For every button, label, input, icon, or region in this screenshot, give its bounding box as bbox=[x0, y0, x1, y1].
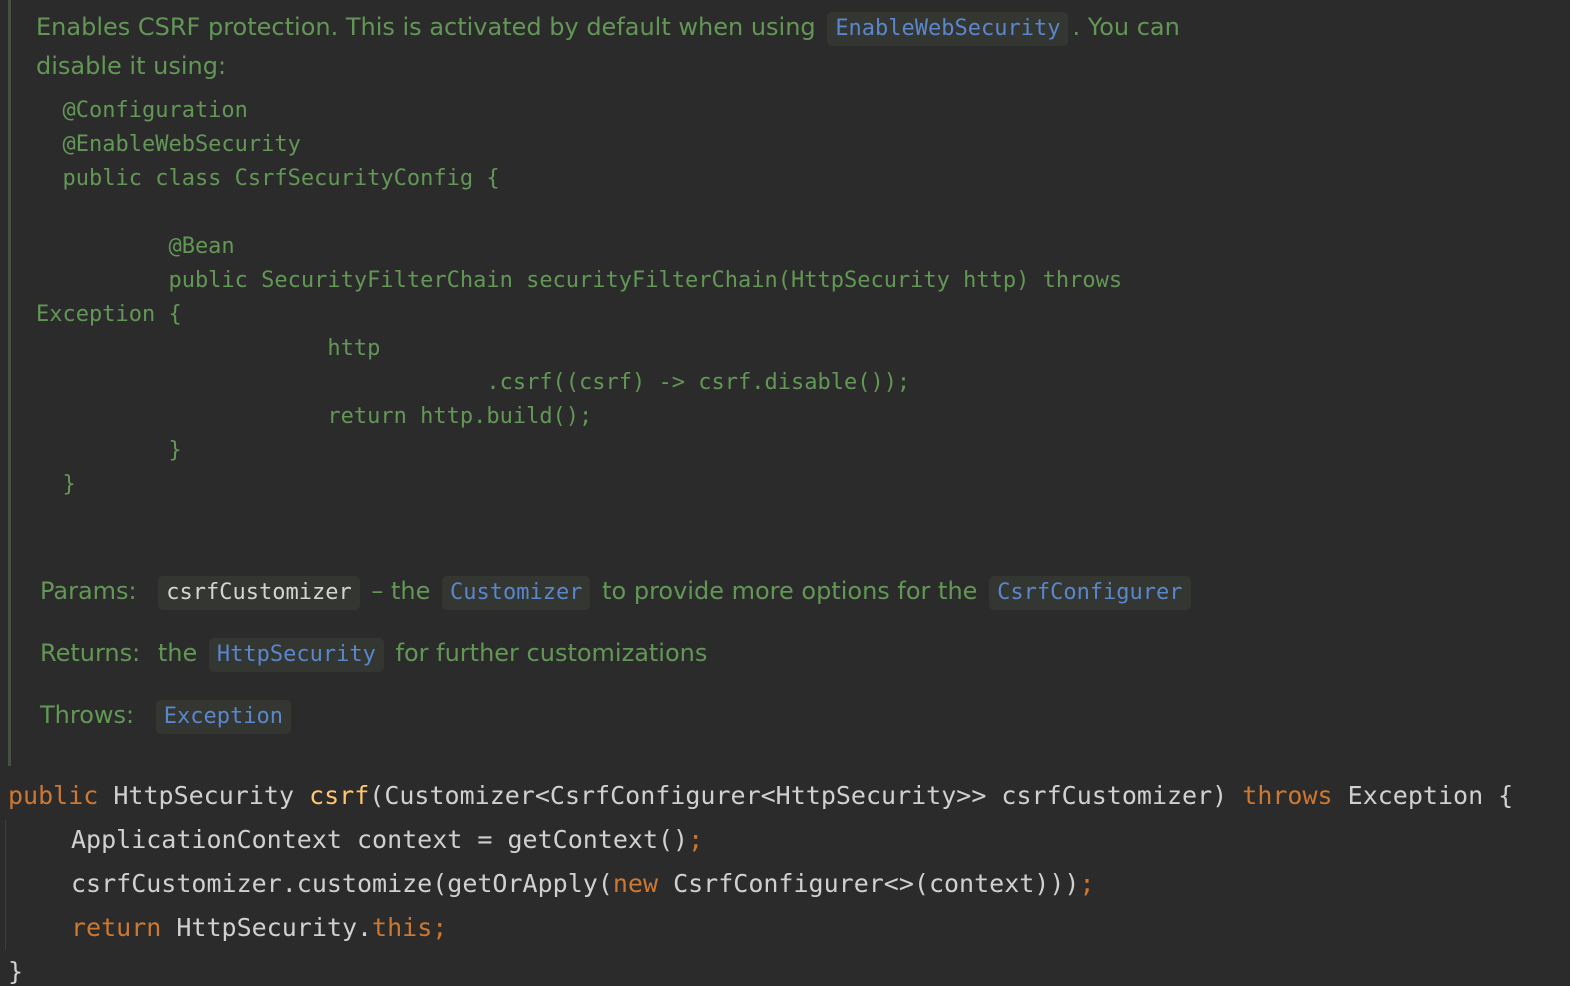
exception-link[interactable]: Exception bbox=[155, 700, 291, 734]
keyword-public: public bbox=[8, 781, 99, 810]
enable-web-security-link[interactable]: EnableWebSecurity bbox=[827, 12, 1069, 46]
context-statement: ApplicationContext context = getContext(… bbox=[71, 825, 689, 854]
semicolon: ; bbox=[432, 913, 448, 942]
code-line-context[interactable]: ApplicationContext context = getContext(… bbox=[71, 824, 703, 856]
returns-text-2: for further customizations bbox=[395, 639, 708, 667]
documentation-popup: Enables CSRF protection. This is activat… bbox=[0, 0, 1570, 766]
closing-paren: ) bbox=[1064, 869, 1080, 898]
code-line-closing-brace[interactable]: } bbox=[8, 956, 23, 986]
snippet-line: @Configuration bbox=[36, 98, 248, 123]
keyword-this: this bbox=[372, 913, 433, 942]
return-target: HttpSecurity. bbox=[176, 913, 373, 942]
code-line-return[interactable]: return HttpSecurity.this; bbox=[71, 912, 447, 944]
semicolon: ; bbox=[688, 825, 704, 854]
snippet-line: return http.build(); bbox=[36, 404, 593, 429]
snippet-line: } bbox=[36, 472, 76, 497]
doc-code-snippet: @Configuration @EnableWebSecurity public… bbox=[36, 94, 1122, 502]
indent-guide bbox=[5, 820, 6, 950]
customize-call: csrfCustomizer.customize(getOrApply( bbox=[71, 869, 613, 898]
doc-intro-text-2: . You can bbox=[1072, 13, 1180, 41]
snippet-line: public SecurityFilterChain securityFilte… bbox=[36, 268, 1123, 293]
code-line-customize[interactable]: csrfCustomizer.customize(getOrApply(new … bbox=[71, 868, 1095, 900]
doc-intro-line-1: Enables CSRF protection. This is activat… bbox=[36, 12, 1180, 46]
code-line-method-signature[interactable]: public HttpSecurity csrf(Customizer<Csrf… bbox=[8, 780, 1513, 812]
snippet-line: public class CsrfSecurityConfig { bbox=[36, 166, 500, 191]
throws-label: Throws: bbox=[40, 701, 135, 729]
snippet-line: .csrf((csrf) -> csrf.disable()); bbox=[36, 370, 911, 395]
semicolon: ; bbox=[1079, 869, 1095, 898]
return-type: HttpSecurity bbox=[113, 781, 294, 810]
params-text-2: to provide more options for the bbox=[602, 577, 978, 605]
doc-throws-row: Throws: Exception bbox=[40, 700, 295, 734]
params-label: Params: bbox=[40, 577, 137, 605]
doc-gutter-bar bbox=[8, 0, 11, 766]
snippet-line: @Bean bbox=[36, 234, 235, 259]
snippet-line: @EnableWebSecurity bbox=[36, 132, 301, 157]
params-text-1: – the bbox=[371, 577, 431, 605]
doc-params-row: Params: csrfCustomizer – the Customizer … bbox=[40, 576, 1195, 610]
doc-intro-text: Enables CSRF protection. This is activat… bbox=[36, 13, 816, 41]
param-name: csrfCustomizer bbox=[158, 576, 360, 610]
constructor-call: CsrfConfigurer<>(context)) bbox=[673, 869, 1065, 898]
snippet-line: } bbox=[36, 438, 182, 463]
csrf-configurer-link[interactable]: CsrfConfigurer bbox=[989, 576, 1191, 610]
snippet-line: Exception { bbox=[36, 302, 182, 327]
keyword-throws: throws bbox=[1242, 781, 1333, 810]
doc-intro-line-2: disable it using: bbox=[36, 52, 227, 80]
returns-label: Returns: bbox=[40, 639, 141, 667]
doc-returns-row: Returns: the HttpSecurity for further cu… bbox=[40, 638, 707, 672]
returns-text-1: the bbox=[157, 639, 198, 667]
closing-brace: } bbox=[8, 957, 24, 986]
method-params: (Customizer<CsrfConfigurer<HttpSecurity>… bbox=[369, 781, 1228, 810]
snippet-line bbox=[36, 196, 1122, 230]
throws-clause: Exception { bbox=[1347, 781, 1514, 810]
snippet-line: http bbox=[36, 336, 381, 361]
method-name: csrf bbox=[309, 781, 370, 810]
customizer-link[interactable]: Customizer bbox=[442, 576, 591, 610]
keyword-return: return bbox=[71, 913, 162, 942]
keyword-new: new bbox=[612, 869, 659, 898]
http-security-link[interactable]: HttpSecurity bbox=[208, 638, 384, 672]
